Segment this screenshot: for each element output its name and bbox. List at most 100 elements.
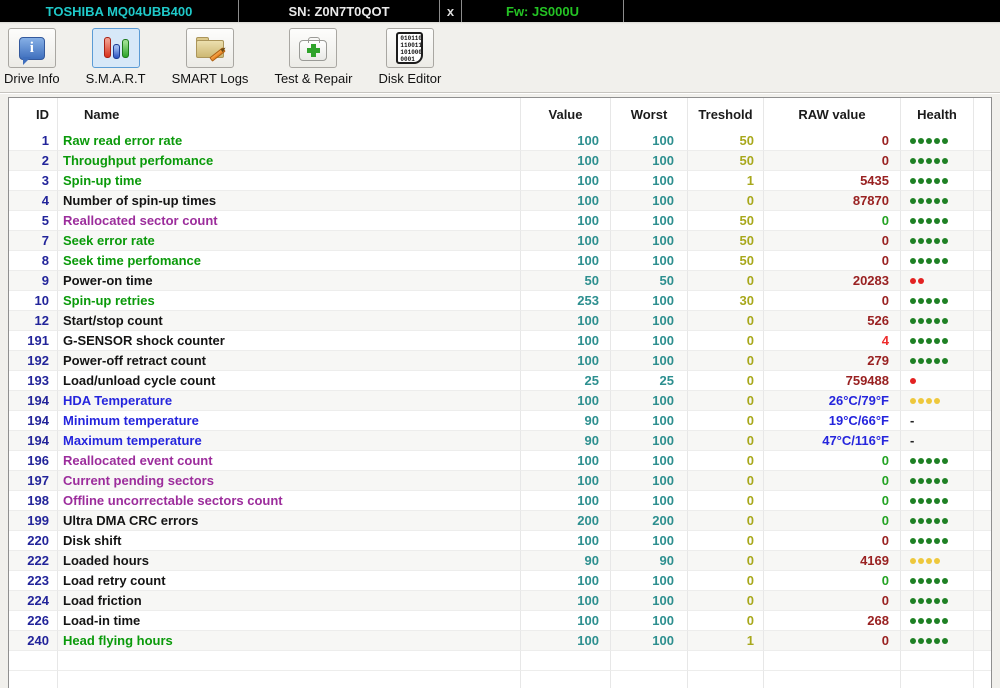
- health-dot: [926, 238, 932, 244]
- table-row[interactable]: 197Current pending sectors10010000: [9, 471, 991, 491]
- attribute-treshold: 50: [688, 131, 764, 151]
- smart-logs-button[interactable]: SMART Logs: [172, 28, 249, 86]
- attribute-worst: 100: [611, 391, 688, 411]
- column-header-value[interactable]: Value: [521, 98, 611, 131]
- drive-info-button[interactable]: i Drive Info: [4, 28, 60, 86]
- table-row[interactable]: 3Spin-up time10010015435: [9, 171, 991, 191]
- attribute-name: Ultra DMA CRC errors: [58, 511, 521, 531]
- attribute-raw-value: 0: [764, 131, 901, 151]
- attribute-raw-value: 0: [764, 471, 901, 491]
- row-spacer: [974, 611, 991, 631]
- health-dot: [934, 318, 940, 324]
- table-row[interactable]: 5Reallocated sector count100100500: [9, 211, 991, 231]
- row-spacer: [974, 171, 991, 191]
- empty-cell: [521, 651, 611, 671]
- column-header-id[interactable]: ID: [9, 98, 58, 131]
- row-spacer: [974, 591, 991, 611]
- health-dot: [918, 198, 924, 204]
- attribute-treshold: 0: [688, 351, 764, 371]
- table-row[interactable]: 199Ultra DMA CRC errors20020000: [9, 511, 991, 531]
- table-row[interactable]: 240Head flying hours10010010: [9, 631, 991, 651]
- attribute-id: 196: [9, 451, 58, 471]
- health-dot: [926, 618, 932, 624]
- health-dot: [910, 558, 916, 564]
- close-icon[interactable]: x: [440, 0, 462, 22]
- table-row[interactable]: 12Start/stop count1001000526: [9, 311, 991, 331]
- health-dot: [934, 638, 940, 644]
- health-dot: [926, 358, 932, 364]
- table-row[interactable]: 196Reallocated event count10010000: [9, 451, 991, 471]
- test-tubes-icon: [92, 28, 140, 68]
- row-spacer: [974, 631, 991, 651]
- table-row[interactable]: 194Maximum temperature90100047°C/116°F-: [9, 431, 991, 451]
- table-row[interactable]: 8Seek time perfomance100100500: [9, 251, 991, 271]
- health-dot: [942, 538, 948, 544]
- empty-cell: [58, 671, 521, 688]
- column-header-treshold[interactable]: Treshold: [688, 98, 764, 131]
- attribute-raw-value: 0: [764, 451, 901, 471]
- table-row[interactable]: 194Minimum temperature90100019°C/66°F-: [9, 411, 991, 431]
- disk-editor-button[interactable]: 0101101100111010000001 Disk Editor: [378, 28, 441, 86]
- health-dot: [942, 458, 948, 464]
- attribute-name: Power-on time: [58, 271, 521, 291]
- attribute-value: 100: [521, 571, 611, 591]
- table-row[interactable]: 1Raw read error rate100100500: [9, 131, 991, 151]
- column-header-worst[interactable]: Worst: [611, 98, 688, 131]
- health-dot: [934, 478, 940, 484]
- table-row[interactable]: 7Seek error rate100100500: [9, 231, 991, 251]
- column-header-health[interactable]: Health: [901, 98, 974, 131]
- attribute-id: 194: [9, 411, 58, 431]
- table-row[interactable]: 2Throughput perfomance100100500: [9, 151, 991, 171]
- attribute-treshold: 0: [688, 531, 764, 551]
- health-dot: [934, 618, 940, 624]
- column-header-raw-value[interactable]: RAW value: [764, 98, 901, 131]
- attribute-id: 194: [9, 391, 58, 411]
- health-dot: [926, 158, 932, 164]
- table-row[interactable]: 4Number of spin-up times100100087870: [9, 191, 991, 211]
- table-row[interactable]: 226Load-in time1001000268: [9, 611, 991, 631]
- title-bar: TOSHIBA MQ04UBB400 SN: Z0N7T0QOT x Fw: J…: [0, 0, 1000, 22]
- attribute-value: 100: [521, 131, 611, 151]
- table-row[interactable]: 191G-SENSOR shock counter10010004: [9, 331, 991, 351]
- attribute-value: 100: [521, 611, 611, 631]
- table-row[interactable]: 198Offline uncorrectable sectors count10…: [9, 491, 991, 511]
- table-row[interactable]: 9Power-on time5050020283: [9, 271, 991, 291]
- table-row[interactable]: 10Spin-up retries253100300: [9, 291, 991, 311]
- health-dot: [918, 458, 924, 464]
- attribute-id: 10: [9, 291, 58, 311]
- row-spacer: [974, 471, 991, 491]
- health-dot: [926, 398, 932, 404]
- health-dot: [910, 518, 916, 524]
- health-dot: [910, 398, 916, 404]
- table-row[interactable]: 193Load/unload cycle count25250759488: [9, 371, 991, 391]
- health-dot: [910, 538, 916, 544]
- table-row[interactable]: 222Loaded hours909004169: [9, 551, 991, 571]
- health-indicator: [901, 291, 974, 311]
- health-dot: [926, 518, 932, 524]
- attribute-value: 100: [521, 211, 611, 231]
- attribute-name: Raw read error rate: [58, 131, 521, 151]
- smart-logs-label: SMART Logs: [172, 71, 249, 86]
- row-spacer: [974, 291, 991, 311]
- health-dot: [942, 318, 948, 324]
- health-dot: [918, 278, 924, 284]
- health-dot: [910, 178, 916, 184]
- smart-button[interactable]: S.M.A.R.T: [86, 28, 146, 86]
- table-row[interactable]: 194HDA Temperature100100026°C/79°F: [9, 391, 991, 411]
- table-row[interactable]: 224Load friction10010000: [9, 591, 991, 611]
- attribute-treshold: 0: [688, 551, 764, 571]
- table-row[interactable]: 192Power-off retract count1001000279: [9, 351, 991, 371]
- row-spacer: [974, 251, 991, 271]
- test-repair-button[interactable]: Test & Repair: [274, 28, 352, 86]
- column-header-spacer: [974, 98, 991, 131]
- table-row[interactable]: 220Disk shift10010000: [9, 531, 991, 551]
- column-header-name[interactable]: Name: [58, 98, 521, 131]
- attribute-id: 240: [9, 631, 58, 651]
- attribute-worst: 100: [611, 471, 688, 491]
- row-spacer: [974, 511, 991, 531]
- health-dot: [910, 378, 916, 384]
- health-dot: [910, 618, 916, 624]
- attribute-raw-value: 47°C/116°F: [764, 431, 901, 451]
- table-row[interactable]: 223Load retry count10010000: [9, 571, 991, 591]
- health-indicator: [901, 371, 974, 391]
